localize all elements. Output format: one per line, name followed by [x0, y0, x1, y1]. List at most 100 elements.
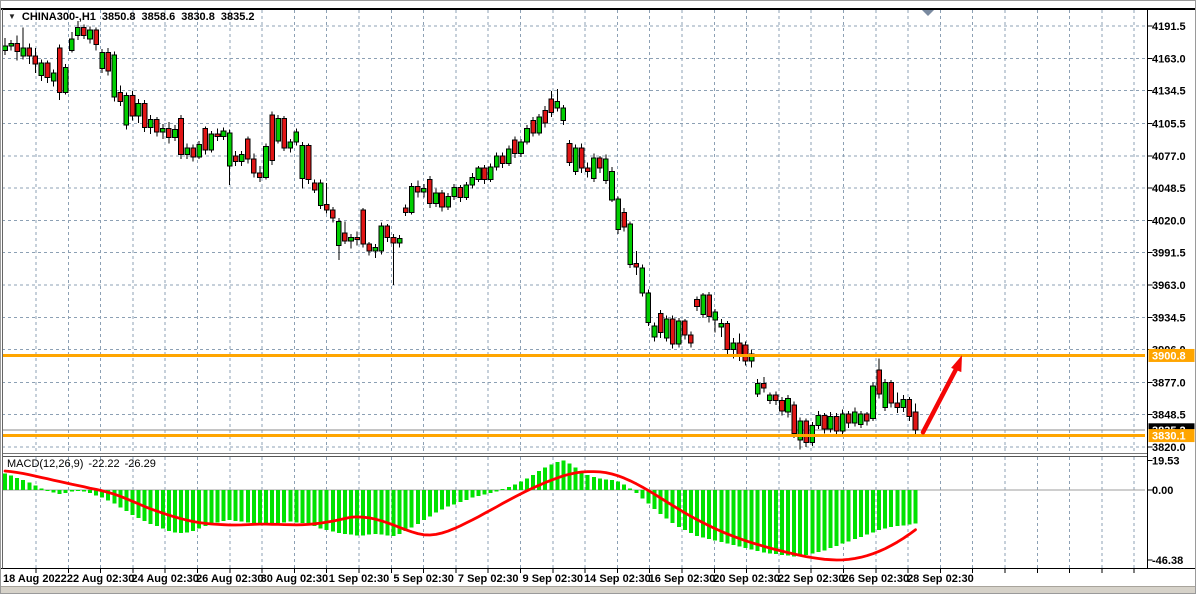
- candle-body: [634, 263, 639, 266]
- candle-body: [349, 237, 354, 240]
- macd-histogram-bar: [307, 490, 311, 525]
- candle-body: [45, 63, 50, 78]
- price-axis-label: 4191.5: [1152, 21, 1186, 33]
- candle-body: [713, 312, 718, 320]
- candle-body: [142, 104, 147, 128]
- macd-histogram-bar: [416, 490, 420, 524]
- candle-body: [318, 183, 323, 206]
- macd-histogram-bar: [780, 490, 784, 555]
- candle-body: [579, 148, 584, 168]
- candle-body: [822, 415, 827, 429]
- macd-histogram-bar: [264, 490, 268, 525]
- candle-body: [494, 156, 499, 167]
- macd-histogram-bar: [501, 489, 505, 490]
- candle-body: [51, 73, 56, 81]
- candle-body: [221, 131, 226, 137]
- candle-body: [434, 193, 439, 203]
- candle-body: [725, 323, 730, 349]
- trend-arrow[interactable]: [923, 355, 962, 432]
- macd-histogram-bar: [215, 490, 219, 522]
- candle-body: [567, 143, 572, 162]
- candle-body: [337, 221, 342, 245]
- candle-body: [598, 158, 603, 168]
- candle-body: [555, 101, 560, 108]
- macd-histogram-bar: [379, 490, 383, 535]
- candle-body: [731, 343, 736, 350]
- candle-body: [63, 67, 68, 92]
- macd-histogram-bar: [907, 490, 911, 525]
- macd-histogram-bar: [877, 490, 881, 530]
- macd-histogram-bar: [161, 490, 165, 528]
- indicator-name: MACD(12,26,9): [7, 458, 83, 470]
- macd-histogram-bar: [361, 490, 365, 535]
- candle-body: [88, 30, 93, 39]
- price-axis-label: 3991.5: [1152, 248, 1186, 260]
- macd-histogram-bar: [234, 490, 238, 521]
- macd-histogram-bar: [373, 490, 377, 534]
- candle-body: [877, 370, 882, 394]
- macd-histogram-bar: [489, 490, 493, 493]
- macd-histogram-bar: [549, 464, 553, 490]
- time-axis-label: 22 Aug 02:30: [67, 573, 134, 585]
- symbol-dropdown-icon[interactable]: ▼: [8, 12, 16, 21]
- macd-histogram-bar: [841, 490, 845, 544]
- macd-histogram-bar: [774, 490, 778, 554]
- candle-body: [57, 48, 62, 92]
- macd-histogram-bar: [33, 485, 37, 490]
- candle-body: [282, 118, 287, 147]
- macd-histogram-bar: [847, 490, 851, 541]
- macd-histogram-bar: [173, 490, 177, 532]
- price-axis-label: 3848.5: [1152, 410, 1186, 422]
- macd-histogram-bar: [865, 490, 869, 535]
- macd-histogram-bar: [58, 490, 62, 494]
- candle-body: [707, 295, 712, 317]
- macd-histogram-bar: [586, 475, 590, 490]
- macd-histogram-bar: [446, 490, 450, 507]
- candle-body: [859, 414, 864, 424]
- candle-body: [780, 401, 785, 411]
- time-axis-label: 28 Sep 02:30: [907, 573, 974, 585]
- macd-histogram-bar: [889, 490, 893, 527]
- macd-histogram-bar: [707, 490, 711, 539]
- macd-histogram-bar: [634, 490, 638, 493]
- candle-body: [834, 416, 839, 431]
- macd-histogram-bar: [786, 490, 790, 556]
- chart-canvas[interactable]: 4191.54163.04134.54105.54077.04048.54020…: [0, 0, 1196, 594]
- macd-histogram-bar: [598, 479, 602, 490]
- chart-shift-marker-icon[interactable]: [922, 10, 934, 16]
- candle-body: [76, 28, 81, 36]
- candle-body: [148, 119, 153, 127]
- macd-histogram-bar: [343, 490, 347, 534]
- candle-body: [179, 118, 184, 154]
- macd-histogram-bar: [288, 490, 292, 522]
- candle-body: [330, 210, 335, 218]
- macd-histogram-bar: [112, 490, 116, 504]
- candle-body: [488, 167, 493, 179]
- time-axis[interactable]: 18 Aug 202222 Aug 02:3024 Aug 02:3026 Au…: [3, 569, 1134, 585]
- candle-body: [27, 48, 32, 56]
- candle-body: [774, 395, 779, 401]
- macd-histogram-bar: [525, 479, 529, 490]
- candle-body: [227, 133, 232, 166]
- candle-body: [695, 300, 700, 307]
- macd-histogram-bar: [82, 490, 86, 492]
- candle-body: [130, 96, 135, 116]
- price-panel: [2, 10, 1145, 449]
- macd-histogram-bar: [282, 490, 286, 522]
- macd-histogram-bar: [276, 490, 280, 523]
- time-axis-label: 9 Sep 02:30: [523, 573, 584, 585]
- candle-body: [470, 177, 475, 185]
- price-axis[interactable]: 4191.54163.04134.54105.54077.04048.54020…: [1148, 21, 1195, 567]
- time-axis-label: 5 Sep 02:30: [393, 573, 454, 585]
- macd-histogram-bar: [70, 490, 74, 492]
- macd-histogram-bar: [367, 490, 371, 535]
- macd-histogram-bar: [507, 487, 511, 490]
- macd-histogram-bar: [859, 490, 863, 537]
- candle-body: [865, 414, 870, 421]
- candle-body: [719, 323, 724, 326]
- candle-body: [482, 168, 487, 179]
- price-axis-label: 4134.5: [1152, 86, 1186, 98]
- candle-body: [670, 319, 675, 344]
- time-axis-label: 18 Aug 2022: [3, 573, 67, 585]
- time-axis-label: 24 Aug 02:30: [131, 573, 198, 585]
